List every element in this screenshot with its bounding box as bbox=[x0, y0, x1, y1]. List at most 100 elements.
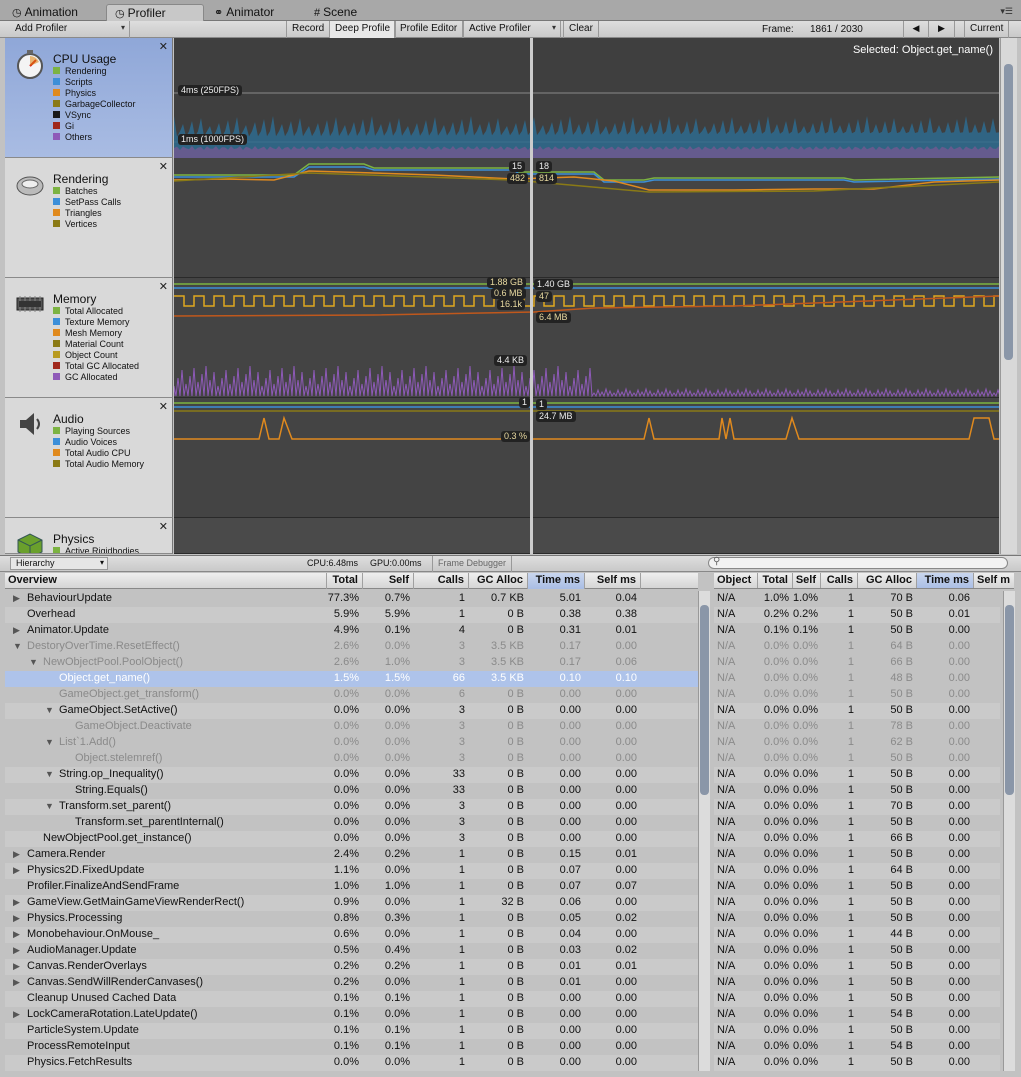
legend-item[interactable]: Physics bbox=[53, 88, 136, 99]
table-row[interactable]: N/A 0.0% 0.0% 1 54 B 0.00 bbox=[714, 1039, 1000, 1055]
clear-button[interactable]: Clear bbox=[563, 21, 599, 38]
table-row[interactable]: Overhead 5.9% 5.9% 1 0 B 0.38 0.38 bbox=[5, 607, 698, 623]
table-row[interactable]: N/A 0.0% 0.0% 1 50 B 0.00 bbox=[714, 1023, 1000, 1039]
tab-scene[interactable]: # Scene bbox=[306, 4, 365, 21]
table-row[interactable]: N/A 0.0% 0.0% 1 50 B 0.00 bbox=[714, 991, 1000, 1007]
table-row[interactable]: ▶ GameView.GetMainGameViewRenderRect() 0.9… bbox=[5, 895, 698, 911]
table-row[interactable]: N/A 0.0% 0.0% 1 50 B 0.00 bbox=[714, 847, 1000, 863]
legend-item[interactable]: Total Allocated bbox=[53, 306, 139, 317]
prev-frame-button[interactable]: ◀ bbox=[903, 21, 929, 38]
table-row[interactable]: ▶ AudioManager.Update 0.5% 0.4% 1 0 B 0.03 0.02 bbox=[5, 943, 698, 959]
legend-item[interactable]: Others bbox=[53, 132, 136, 143]
legend-item[interactable]: SetPass Calls bbox=[53, 197, 121, 208]
table-row[interactable]: N/A 0.0% 0.0% 1 50 B 0.00 bbox=[714, 879, 1000, 895]
table-row[interactable]: ▶ Physics2D.FixedUpdate 1.1% 0.0% 1 0 B 0.07 0.… bbox=[5, 863, 698, 879]
legend-item[interactable]: Triangles bbox=[53, 208, 121, 219]
legend-item[interactable]: Scripts bbox=[53, 77, 136, 88]
table-row[interactable]: N/A 0.0% 0.0% 1 50 B 0.00 bbox=[714, 751, 1000, 767]
legend-item[interactable]: GC Allocated bbox=[53, 372, 139, 383]
table-row[interactable]: N/A 0.0% 0.0% 1 78 B 0.00 bbox=[714, 719, 1000, 735]
column-self[interactable]: Self bbox=[793, 573, 821, 588]
table-row[interactable]: ▶ Monobehaviour.OnMouse_ 0.6% 0.0% 1 0 B 0.04 0… bbox=[5, 927, 698, 943]
tab-profiler[interactable]: ◷ Profiler bbox=[106, 4, 204, 21]
tab-menu-icon[interactable]: ▾☰ bbox=[1000, 6, 1013, 17]
legend-item[interactable]: VSync bbox=[53, 110, 136, 121]
collapsed-arrow-icon[interactable]: ▶ bbox=[13, 929, 20, 940]
next-frame-button[interactable]: ▶ bbox=[929, 21, 955, 38]
table-row[interactable]: GameObject.get_transform() 0.0% 0.0% 6 0 B 0.… bbox=[5, 687, 698, 703]
close-icon[interactable]: ✕ bbox=[159, 280, 168, 293]
legend-item[interactable]: Audio Voices bbox=[53, 437, 144, 448]
table-row[interactable]: N/A 0.0% 0.0% 1 54 B 0.00 bbox=[714, 1007, 1000, 1023]
expanded-arrow-icon[interactable]: ▼ bbox=[45, 737, 54, 747]
table-row[interactable]: N/A 0.0% 0.0% 1 64 B 0.00 bbox=[714, 863, 1000, 879]
table-row[interactable]: Physics.FetchResults 0.0% 0.0% 1 0 B 0.00 0.00 bbox=[5, 1055, 698, 1071]
audio-graph[interactable]: 1 1 24.7 MB 0.3 % bbox=[174, 397, 999, 518]
table-row[interactable]: Cleanup Unused Cached Data 0.1% 0.1% 1 0 B 0.… bbox=[5, 991, 698, 1007]
collapsed-arrow-icon[interactable]: ▶ bbox=[13, 849, 20, 860]
legend-item[interactable]: GarbageCollector bbox=[53, 99, 136, 110]
frame-debugger-button[interactable]: Frame Debugger bbox=[432, 556, 513, 572]
physics-graph[interactable] bbox=[174, 518, 999, 554]
table-row[interactable]: N/A 0.0% 0.0% 1 50 B 0.00 bbox=[714, 703, 1000, 719]
close-icon[interactable]: ✕ bbox=[159, 400, 168, 413]
column-self[interactable]: Self bbox=[363, 573, 414, 589]
tab-animator[interactable]: ⚭ Animator bbox=[206, 4, 282, 21]
tab-animation[interactable]: ◷ Animation bbox=[4, 4, 86, 21]
expanded-arrow-icon[interactable]: ▼ bbox=[29, 657, 38, 667]
table-row[interactable]: GameObject.Deactivate 0.0% 0.0% 3 0 B 0.00 0.0… bbox=[5, 719, 698, 735]
legend-item[interactable]: Vertices bbox=[53, 219, 121, 230]
legend-item[interactable]: Playing Sources bbox=[53, 426, 144, 437]
legend-item[interactable]: Total Audio Memory bbox=[53, 459, 144, 470]
expanded-arrow-icon[interactable]: ▼ bbox=[45, 769, 54, 779]
column-calls[interactable]: Calls bbox=[414, 573, 469, 589]
add-profiler-dropdown[interactable]: Add Profiler ▾ bbox=[10, 21, 130, 38]
legend-item[interactable]: Total Audio CPU bbox=[53, 448, 144, 459]
table-row[interactable]: ▶ Physics.Processing 0.8% 0.3% 1 0 B 0.05 0.02 bbox=[5, 911, 698, 927]
table-row[interactable]: N/A 0.1% 0.1% 1 50 B 0.00 bbox=[714, 623, 1000, 639]
object-scrollbar[interactable] bbox=[1003, 591, 1015, 1071]
table-row[interactable]: Transform.set_parentInternal() 0.0% 0.0% 3 0… bbox=[5, 815, 698, 831]
close-icon[interactable]: ✕ bbox=[159, 40, 168, 53]
legend-item[interactable]: Total GC Allocated bbox=[53, 361, 139, 372]
column-time-ms[interactable]: Time ms bbox=[917, 573, 974, 588]
table-row[interactable]: Object.stelemref() 0.0% 0.0% 3 0 B 0.00 0.00 bbox=[5, 751, 698, 767]
rendering-graph[interactable]: 15 18 482 814 bbox=[173, 158, 1000, 278]
module-physics[interactable]: Physics ✕ Active Rigidbodies bbox=[5, 518, 173, 554]
legend-item[interactable]: Gi bbox=[53, 121, 136, 132]
expanded-arrow-icon[interactable]: ▼ bbox=[45, 801, 54, 811]
expanded-arrow-icon[interactable]: ▼ bbox=[13, 641, 22, 651]
legend-item[interactable]: Texture Memory bbox=[53, 317, 139, 328]
collapsed-arrow-icon[interactable]: ▶ bbox=[13, 977, 20, 988]
charts-scroll-thumb[interactable] bbox=[1004, 64, 1013, 360]
table-row[interactable]: N/A 0.0% 0.0% 1 50 B 0.00 bbox=[714, 975, 1000, 991]
legend-item[interactable]: Material Count bbox=[53, 339, 139, 350]
table-row[interactable]: ▶ BehaviourUpdate 77.3% 0.7% 1 0.7 KB 5.01 0.04 bbox=[5, 591, 698, 607]
table-row[interactable]: ▼ GameObject.SetActive() 0.0% 0.0% 3 0 B 0.00 0… bbox=[5, 703, 698, 719]
module-cpu-usage[interactable]: CPU Usage ✕ Rendering Scripts Physics Ga… bbox=[5, 38, 173, 158]
table-row[interactable]: N/A 0.0% 0.0% 1 50 B 0.00 bbox=[714, 959, 1000, 975]
module-memory[interactable]: Memory ✕ Total Allocated Texture Memory … bbox=[5, 278, 173, 398]
column-overview[interactable]: Overview bbox=[5, 573, 327, 589]
table-row[interactable]: ▶ Animator.Update 4.9% 0.1% 4 0 B 0.31 0.01 bbox=[5, 623, 698, 639]
table-row[interactable]: ▶ Canvas.RenderOverlays 0.2% 0.2% 1 0 B 0.01 0.… bbox=[5, 959, 698, 975]
table-row[interactable]: N/A 0.0% 0.0% 1 50 B 0.00 bbox=[714, 895, 1000, 911]
table-row[interactable]: N/A 0.0% 0.0% 1 50 B 0.00 bbox=[714, 943, 1000, 959]
collapsed-arrow-icon[interactable]: ▶ bbox=[13, 897, 20, 908]
legend-item[interactable]: Rendering bbox=[53, 66, 136, 77]
table-row[interactable]: ▼ List`1.Add() 0.0% 0.0% 3 0 B 0.00 0.00 bbox=[5, 735, 698, 751]
table-row[interactable]: ▼ Transform.set_parent() 0.0% 0.0% 3 0 B 0.00 0… bbox=[5, 799, 698, 815]
table-row[interactable]: N/A 0.0% 0.0% 1 48 B 0.00 bbox=[714, 671, 1000, 687]
table-row[interactable]: N/A 0.0% 0.0% 1 50 B 0.00 bbox=[714, 1055, 1000, 1071]
column-total[interactable]: Total bbox=[327, 573, 363, 589]
table-row[interactable]: NewObjectPool.get_instance() 0.0% 0.0% 3 0 B… bbox=[5, 831, 698, 847]
column-gc-alloc[interactable]: GC Alloc bbox=[469, 573, 528, 589]
deep-profile-button[interactable]: Deep Profile bbox=[329, 21, 397, 38]
column-gc-alloc[interactable]: GC Alloc bbox=[858, 573, 917, 588]
table-row[interactable]: ▼ String.op_Inequality() 0.0% 0.0% 33 0 B 0.00… bbox=[5, 767, 698, 783]
collapsed-arrow-icon[interactable]: ▶ bbox=[13, 945, 20, 956]
collapsed-arrow-icon[interactable]: ▶ bbox=[13, 1009, 20, 1020]
table-row[interactable]: ▶ Canvas.SendWillRenderCanvases() 0.2% 0.0%… bbox=[5, 975, 698, 991]
record-button[interactable]: Record bbox=[286, 21, 331, 38]
table-row[interactable]: ▶ LockCameraRotation.LateUpdate() 0.1% 0.0%… bbox=[5, 1007, 698, 1023]
